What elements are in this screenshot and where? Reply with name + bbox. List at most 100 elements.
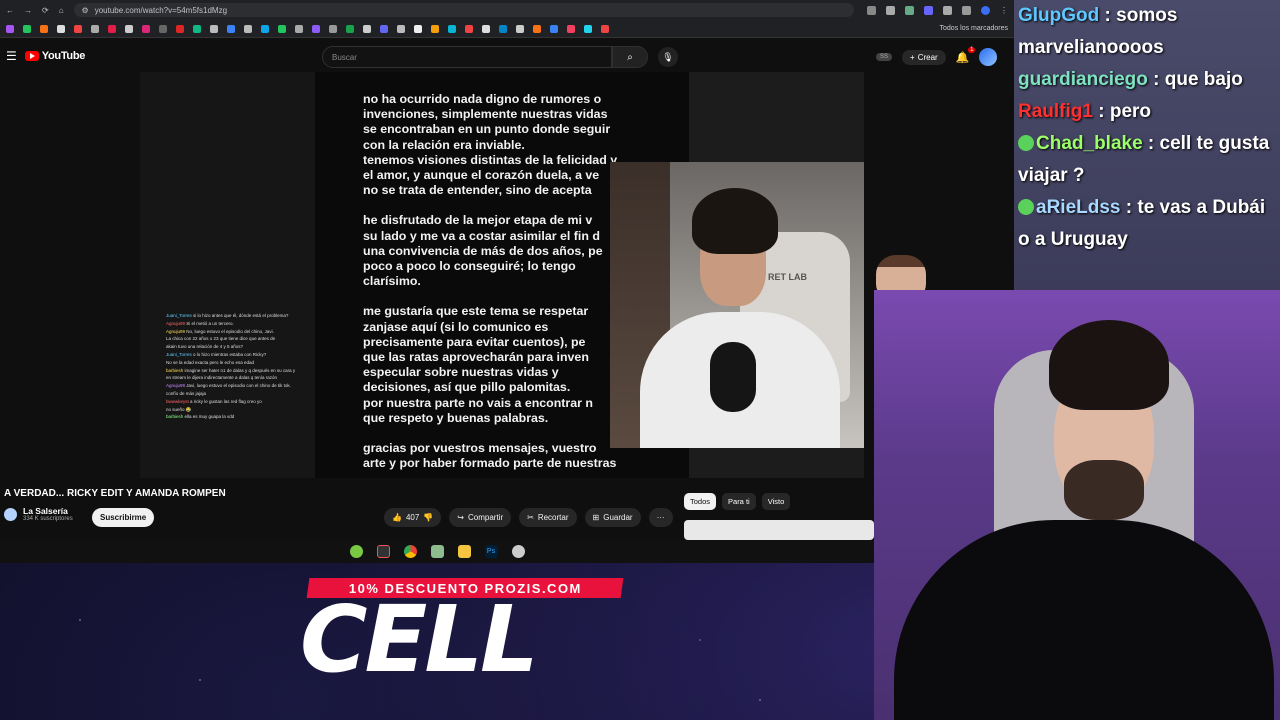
thumbs-up-icon: 👍: [392, 513, 402, 522]
browser-menu-icon[interactable]: ⋮: [1000, 6, 1008, 15]
chip-todos[interactable]: Todos: [684, 493, 717, 510]
bookmark-icon[interactable]: [550, 24, 558, 33]
bookmark-icon[interactable]: [159, 24, 167, 33]
chip-visto[interactable]: Visto: [761, 493, 791, 510]
search-input[interactable]: Buscar: [322, 46, 612, 68]
bookmark-icon[interactable]: [6, 24, 14, 33]
bookmark-icon[interactable]: [193, 24, 201, 33]
extension-icon[interactable]: [867, 5, 876, 15]
bookmark-icon[interactable]: [329, 24, 337, 33]
bookmark-icon[interactable]: [431, 24, 439, 33]
notification-count: 1: [968, 46, 976, 53]
bookmark-icon[interactable]: [125, 24, 133, 33]
chat-message: guardianciego : que bajo: [1018, 64, 1276, 96]
bookmark-icon[interactable]: [414, 24, 422, 33]
bookmark-icon[interactable]: [533, 24, 541, 33]
bookmark-icon[interactable]: [74, 24, 82, 33]
photoshop-icon[interactable]: Ps: [484, 545, 498, 558]
share-button[interactable]: ↪ Compartir: [449, 508, 512, 527]
browser-window: ← → ⟳ ⌂ ⚙ youtube.com/watch?v=54m5fs1dMz…: [0, 0, 1014, 563]
taskbar-app-icon[interactable]: [349, 545, 363, 558]
site-info-icon[interactable]: ⚙: [82, 6, 89, 15]
bookmark-icon[interactable]: [448, 24, 456, 33]
chat-badge-icon: [1018, 199, 1034, 215]
taskbar-app-icon[interactable]: [511, 545, 525, 558]
like-button[interactable]: 👍 407 👎: [384, 508, 442, 527]
profile-avatar-icon[interactable]: [981, 5, 990, 15]
bookmark-icon[interactable]: [312, 24, 320, 33]
bookmark-icon[interactable]: [142, 24, 150, 33]
menu-icon[interactable]: ☰: [6, 49, 17, 63]
chat-username: Chad_blake: [1036, 133, 1143, 154]
bookmark-icon[interactable]: [23, 24, 31, 33]
bookmark-icon[interactable]: [601, 24, 609, 33]
account-avatar[interactable]: [979, 48, 998, 66]
ss-badge[interactable]: SS: [876, 53, 893, 61]
chat-text: : que bajo: [1147, 69, 1243, 90]
youtube-logo-text: YouTube: [41, 50, 86, 62]
youtube-logo[interactable]: YouTube: [24, 50, 86, 62]
voice-search-button[interactable]: 🎙: [658, 47, 678, 67]
bookmark-icon[interactable]: [584, 24, 592, 33]
bookmark-icon[interactable]: [210, 24, 218, 33]
address-bar[interactable]: ⚙ youtube.com/watch?v=54m5fs1dMzg: [73, 3, 854, 17]
bookmark-icon[interactable]: [40, 24, 48, 33]
folder-icon[interactable]: [457, 545, 471, 558]
bookmark-icon[interactable]: [295, 24, 303, 33]
extension-icon[interactable]: [905, 5, 914, 15]
bookmark-icon[interactable]: [91, 24, 99, 33]
back-icon[interactable]: ←: [6, 6, 14, 15]
save-icon: ⊞: [592, 513, 600, 522]
bookmark-icon[interactable]: [261, 24, 269, 33]
chip-para-ti[interactable]: Para ti: [722, 493, 756, 510]
forward-icon[interactable]: →: [24, 6, 32, 15]
chat-username: guardianciego: [1018, 69, 1148, 90]
bookmark-icon[interactable]: [227, 24, 235, 33]
bookmark-star-icon[interactable]: [886, 5, 895, 15]
taskbar-app-icon[interactable]: [376, 545, 390, 558]
bookmark-icon[interactable]: [278, 24, 286, 33]
embedded-chat-text: o lo hizo mientras estaba con Ricky?: [193, 351, 267, 357]
video-player[interactable]: Juani_Torres si lo hizo antes que él, dó…: [140, 72, 864, 478]
like-count: 407: [405, 513, 420, 522]
embedded-chat-text: akain tuvo una relación de 4 y 5 años?: [166, 344, 244, 350]
bookmark-icon[interactable]: [482, 24, 490, 33]
video-actions: 👍 407 👎 ↪ Compartir ✂ Recortar ⊞ Guardar ···: [384, 508, 673, 527]
home-icon[interactable]: ⌂: [59, 6, 64, 15]
bookmark-icon[interactable]: [397, 24, 405, 33]
search-button[interactable]: ⌕: [612, 46, 648, 68]
recommended-video-thumbnail[interactable]: [684, 520, 874, 540]
bookmark-icon[interactable]: [499, 24, 507, 33]
chat-message: GlupGod : somos marvelianoooos: [1018, 0, 1276, 64]
side-panel-icon[interactable]: [962, 5, 971, 15]
taskbar-app-icon[interactable]: [430, 545, 444, 558]
all-bookmarks-folder[interactable]: Todos los marcadores: [940, 25, 1008, 32]
create-button[interactable]: + Crear: [902, 49, 946, 65]
more-actions-button[interactable]: ···: [648, 508, 673, 527]
clip-button[interactable]: ✂ Recortar: [519, 508, 577, 527]
chrome-icon[interactable]: [403, 545, 417, 558]
bookmark-icon[interactable]: [516, 24, 524, 33]
channel-info: La Salsería 334 K suscriptores: [4, 506, 73, 522]
bookmark-icon[interactable]: [346, 24, 354, 33]
bookmark-icon[interactable]: [244, 24, 252, 33]
channel-avatar[interactable]: [4, 507, 17, 521]
embedded-chat-text: si lo hizo antes que él, dónde está el p…: [193, 313, 289, 318]
bookmark-icon[interactable]: [108, 24, 116, 33]
bookmark-icon[interactable]: [57, 24, 65, 33]
save-button[interactable]: ⊞ Guardar: [584, 508, 641, 527]
embedded-chat-username: Agnuju99: [166, 320, 187, 326]
save-label: Guardar: [603, 513, 633, 522]
extension-icon[interactable]: [924, 5, 933, 15]
bookmark-icon[interactable]: [465, 24, 473, 33]
extensions-puzzle-icon[interactable]: [943, 5, 952, 15]
subscribe-button[interactable]: Suscribirme: [92, 508, 155, 527]
channel-name[interactable]: La Salsería: [23, 506, 73, 516]
bookmark-icon[interactable]: [380, 24, 388, 33]
notifications-button[interactable]: 🔔 1: [956, 46, 976, 64]
bookmark-icon[interactable]: [363, 24, 371, 33]
thumbs-down-icon[interactable]: 👎: [423, 513, 433, 522]
bookmark-icon[interactable]: [176, 24, 184, 33]
bookmark-icon[interactable]: [567, 24, 575, 33]
reload-icon[interactable]: ⟳: [42, 6, 49, 15]
